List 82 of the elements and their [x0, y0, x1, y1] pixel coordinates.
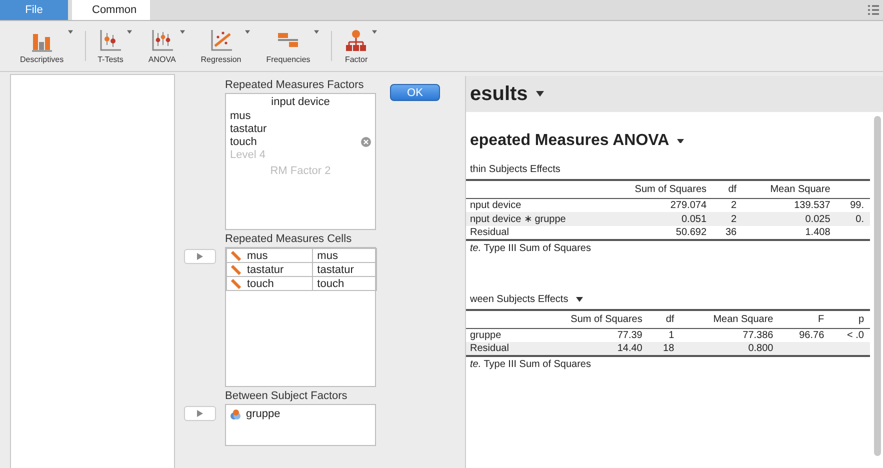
toolbar-button[interactable]: Factor [344, 28, 378, 64]
table-cell: tastatur [312, 262, 376, 276]
table-cell: Residual [470, 227, 509, 238]
play-icon [197, 253, 203, 260]
column-header: df [728, 184, 737, 195]
scrollbar[interactable] [874, 116, 881, 456]
table-cell: Residual [470, 343, 509, 354]
table-cell: 96.76 [799, 330, 824, 341]
caret-icon [372, 30, 378, 34]
move-button[interactable] [184, 249, 216, 264]
table-cell: 2 [731, 200, 737, 211]
table-note: te. Type III Sum of Squares [469, 358, 592, 370]
table-cell: gruppe [470, 330, 502, 341]
toolbar-button[interactable]: T-Tests [98, 28, 132, 64]
caret-icon [245, 30, 250, 34]
caret-icon [68, 30, 73, 34]
table-cell: 139.537 [794, 200, 830, 211]
level-item[interactable]: tastatur [230, 123, 267, 135]
variable-name: touch [247, 278, 274, 290]
level-item[interactable]: touch [230, 136, 257, 148]
table-cell: 1.408 [805, 227, 830, 238]
remove-icon[interactable] [361, 137, 371, 147]
between-list[interactable]: gruppe [225, 404, 376, 446]
variable-name: mus [247, 250, 268, 262]
column-header: Mean Square [770, 184, 830, 195]
caret-icon [180, 30, 185, 34]
caret-icon [127, 30, 132, 34]
column-header: Sum of Squares [570, 314, 642, 325]
table-cell: 1 [668, 330, 674, 341]
cells-list[interactable]: mus mus tastatur tastatur touch touch [225, 247, 376, 387]
column-header: df [666, 314, 674, 325]
toolbar-button[interactable]: ANOVA [148, 28, 185, 64]
table-cell[interactable]: mus [226, 248, 313, 262]
level-item[interactable]: mus [230, 110, 251, 122]
variable-name: tastatur [247, 264, 284, 276]
table-cell: 50.692 [676, 227, 707, 238]
analysis-title: epeated Measures ANOVA [470, 132, 670, 150]
tab[interactable]: Common [72, 0, 150, 20]
toolbar-button[interactable]: Frequencies [266, 28, 320, 64]
toolbar-button[interactable]: Descriptives [20, 28, 73, 64]
section-label: Repeated Measures Factors [225, 78, 365, 93]
table-cell: 77.39 [617, 330, 642, 341]
variable-name[interactable]: gruppe [246, 408, 280, 420]
table-cell: 36 [725, 227, 737, 238]
section-label: Between Subject Factors [225, 389, 348, 404]
caret-icon [677, 138, 684, 144]
table-cell: < .0 [847, 330, 864, 341]
nominal-icon [230, 408, 241, 420]
table-cell: 0.025 [805, 214, 830, 224]
factor-list[interactable]: input device mus tastatur touch Level 4 RM Factor 2 [225, 93, 376, 230]
move-button[interactable] [184, 406, 216, 421]
table-cell: 18 [663, 343, 674, 354]
table-title: ween Subjects Effects [470, 294, 568, 305]
caret-icon [536, 91, 544, 97]
column-header: Sum of Squares [634, 184, 707, 195]
column-header: F [818, 314, 824, 325]
table-cell: nput device ∗ gruppe [470, 214, 566, 225]
results-title: esults [470, 82, 528, 106]
column-header: p [858, 314, 864, 325]
section-label: Repeated Measures Cells [225, 232, 353, 247]
table-cell: 77.386 [742, 330, 774, 341]
table-cell: 99. [850, 200, 864, 211]
table-cell[interactable]: touch [226, 276, 313, 290]
table-cell: nput device [470, 200, 522, 211]
play-icon [197, 410, 203, 417]
column-header: Mean Square [713, 314, 774, 325]
table-cell: mus [312, 248, 376, 262]
table-cell: 279.074 [670, 200, 707, 211]
table-cell: 14.40 [617, 343, 642, 354]
table-cell: 0. [856, 214, 864, 224]
table-note: te. Type III Sum of Squares [469, 242, 592, 254]
table-cell[interactable]: tastatur [226, 262, 313, 276]
caret-icon [576, 297, 584, 302]
toolbar-button[interactable]: Regression [200, 28, 250, 64]
menu-icon[interactable] [868, 5, 879, 15]
table-cell: 0.800 [748, 343, 774, 354]
table-title: thin Subjects Effects [470, 164, 560, 175]
table-cell: 0.051 [681, 214, 707, 224]
table-cell: 2 [731, 214, 737, 224]
table-cell: touch [312, 276, 376, 290]
caret-icon [314, 30, 320, 34]
factor-name[interactable]: input device [226, 94, 375, 110]
